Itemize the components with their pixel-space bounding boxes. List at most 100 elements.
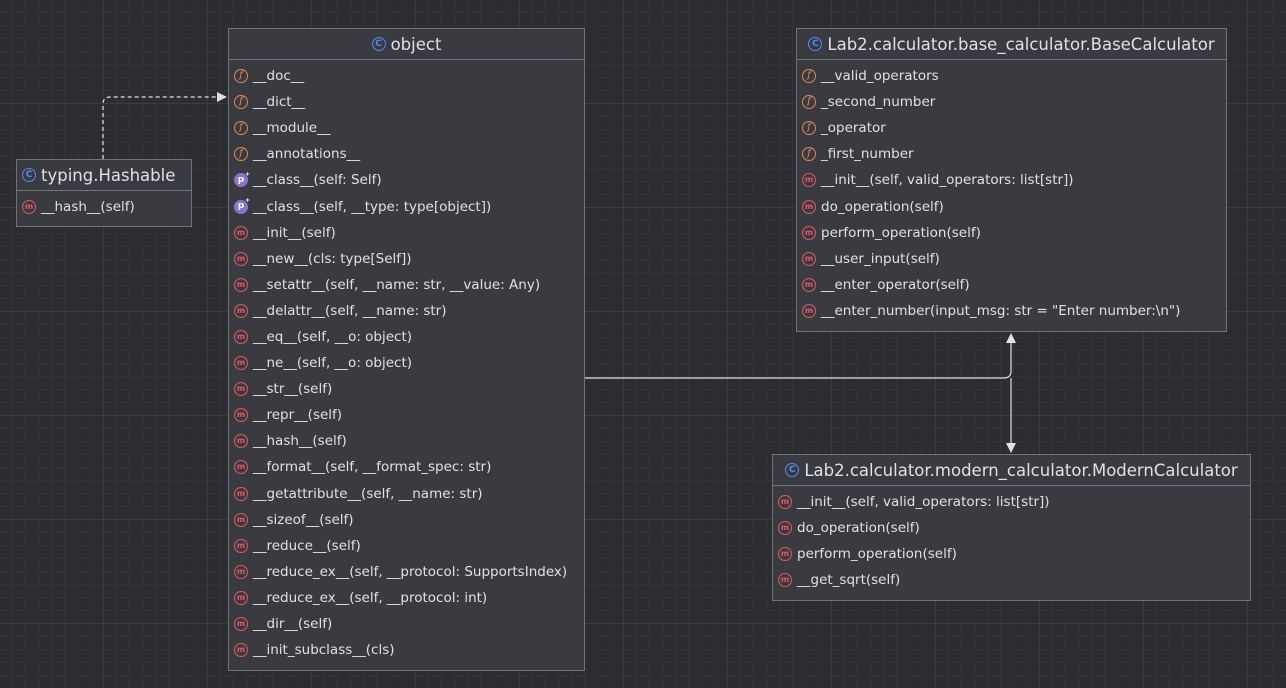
edge-base-to-object[interactable]: [585, 333, 1016, 379]
member-text: __getattribute__(self, __name: str): [253, 485, 483, 502]
method-icon: m: [234, 434, 248, 449]
class-icon: C: [808, 37, 823, 51]
member-row-method[interactable]: m __user_input(self): [797, 246, 1226, 272]
member-row-method[interactable]: m __reduce__(self): [229, 533, 584, 559]
member-row-method[interactable]: m __init__(self, valid_operators: list[st…: [773, 489, 1250, 515]
member-row-field[interactable]: f _operator: [797, 115, 1226, 141]
class-node-object[interactable]: C object f __doc__ f __dict__ f __module__ f __…: [228, 28, 585, 671]
method-icon: m: [234, 512, 248, 527]
member-text: __reduce_ex__(self, __protocol: Supports…: [253, 563, 568, 580]
member-row-method[interactable]: m perform_operation(self): [797, 220, 1226, 246]
member-row-field[interactable]: f _first_number: [797, 141, 1226, 167]
method-icon: m: [234, 538, 248, 553]
member-row-field[interactable]: f __valid_operators: [797, 63, 1226, 89]
member-text: __reduce_ex__(self, __protocol: int): [253, 589, 488, 606]
property-icon: p: [234, 199, 248, 214]
method-icon: m: [234, 486, 248, 501]
member-row-method[interactable]: m __reduce_ex__(self, __protocol: int): [229, 585, 584, 611]
field-icon: f: [802, 95, 816, 110]
member-text: __dict__: [253, 94, 306, 111]
member-row-method[interactable]: m __reduce_ex__(self, __protocol: Support…: [229, 559, 584, 585]
member-row-method[interactable]: m __dir__(self): [229, 611, 584, 637]
member-row-method[interactable]: m do_operation(self): [773, 515, 1250, 541]
node-title: object: [390, 34, 442, 54]
member-row-field[interactable]: f _second_number: [797, 89, 1226, 115]
member-row-field[interactable]: f __annotations__: [229, 141, 584, 167]
class-node-base-calculator[interactable]: C Lab2.calculator.base_calculator.BaseCa…: [796, 28, 1227, 332]
method-icon: m: [234, 251, 248, 266]
member-text: __eq__(self, __o: object): [253, 328, 413, 345]
member-row-method[interactable]: m perform_operation(self): [773, 541, 1250, 567]
method-icon: m: [234, 329, 248, 344]
member-row-method[interactable]: m __format__(self, __format_spec: str): [229, 454, 584, 480]
method-icon: m: [778, 573, 792, 588]
member-text: do_operation(self): [821, 198, 944, 215]
member-text: __enter_number(input_msg: str = "Enter n…: [821, 302, 1181, 319]
member-row-method[interactable]: m do_operation(self): [797, 193, 1226, 219]
method-icon: m: [234, 277, 248, 292]
node-header: C Lab2.calculator.modern_calculator.Mode…: [773, 455, 1250, 486]
member-text: __init_subclass__(cls): [253, 642, 395, 659]
class-node-modern-calculator[interactable]: C Lab2.calculator.modern_calculator.Mode…: [772, 454, 1251, 601]
member-text: __format__(self, __format_spec: str): [253, 459, 492, 476]
member-row-method[interactable]: m __init_subclass__(cls): [229, 637, 584, 663]
member-row-property[interactable]: p __class__(self, __type: type[object]): [229, 193, 584, 219]
member-text: __dir__(self): [253, 616, 333, 633]
class-icon: C: [785, 463, 800, 477]
member-row-method[interactable]: m __ne__(self, __o: object): [229, 350, 584, 376]
method-icon: m: [802, 251, 816, 266]
field-icon: f: [234, 147, 248, 162]
field-icon: f: [802, 69, 816, 84]
member-text: __doc__: [253, 68, 305, 85]
member-row-method[interactable]: m __hash__(self): [17, 194, 191, 220]
member-row-method[interactable]: m __hash__(self): [229, 428, 584, 454]
method-icon: m: [234, 617, 248, 632]
member-row-method[interactable]: m __init__(self): [229, 220, 584, 246]
member-row-method[interactable]: m __new__(cls: type[Self]): [229, 246, 584, 272]
member-text: __reduce__(self): [253, 537, 361, 554]
member-text: do_operation(self): [797, 520, 920, 537]
member-row-method[interactable]: m __sizeof__(self): [229, 507, 584, 533]
member-list: f __doc__ f __dict__ f __module__ f __annotatio…: [229, 60, 584, 663]
method-icon: m: [234, 356, 248, 371]
member-text: __init__(self, valid_operators: list[str…: [821, 172, 1074, 189]
member-row-field[interactable]: f __module__: [229, 115, 584, 141]
member-text: __module__: [253, 120, 331, 137]
field-icon: f: [234, 95, 248, 110]
member-row-field[interactable]: f __dict__: [229, 89, 584, 115]
member-row-property[interactable]: p __class__(self: Self): [229, 167, 584, 193]
method-icon: m: [802, 225, 816, 240]
member-text: __new__(cls: type[Self]): [253, 250, 412, 267]
member-row-field[interactable]: f __doc__: [229, 63, 584, 89]
method-icon: m: [778, 547, 792, 562]
member-row-method[interactable]: m __enter_operator(self): [797, 272, 1226, 298]
member-text: _operator: [821, 120, 886, 137]
member-row-method[interactable]: m __setattr__(self, __name: str, __value:…: [229, 272, 584, 298]
member-row-method[interactable]: m __eq__(self, __o: object): [229, 324, 584, 350]
edge-hashable-to-object[interactable]: [102, 92, 227, 159]
member-row-method[interactable]: m __repr__(self): [229, 402, 584, 428]
method-icon: m: [234, 590, 248, 605]
class-node-typing-hashable[interactable]: C typing.Hashable m __hash__(self): [16, 159, 192, 227]
member-text: __class__(self, __type: type[object]): [253, 198, 492, 215]
method-icon: m: [234, 564, 248, 579]
node-title: typing.Hashable: [41, 165, 176, 185]
method-icon: m: [778, 495, 792, 510]
member-row-method[interactable]: m __delattr__(self, __name: str): [229, 298, 584, 324]
member-text: _second_number: [821, 94, 936, 111]
method-icon: m: [778, 521, 792, 536]
member-text: __init__(self, valid_operators: list[str…: [797, 494, 1050, 511]
node-header: C typing.Hashable: [17, 160, 191, 191]
member-text: __str__(self): [253, 381, 333, 398]
member-list: m __init__(self, valid_operators: list[st…: [773, 486, 1250, 593]
member-row-method[interactable]: m __getattribute__(self, __name: str): [229, 481, 584, 507]
member-row-method[interactable]: m __init__(self, valid_operators: list[st…: [797, 167, 1226, 193]
member-row-method[interactable]: m __str__(self): [229, 376, 584, 402]
member-text: perform_operation(self): [821, 224, 981, 241]
member-row-method[interactable]: m __enter_number(input_msg: str = "Enter …: [797, 298, 1226, 324]
member-text: __delattr__(self, __name: str): [253, 302, 447, 319]
method-icon: m: [234, 460, 248, 475]
node-header: C object: [229, 29, 584, 60]
field-icon: f: [802, 121, 816, 136]
member-row-method[interactable]: m __get_sqrt(self): [773, 567, 1250, 593]
